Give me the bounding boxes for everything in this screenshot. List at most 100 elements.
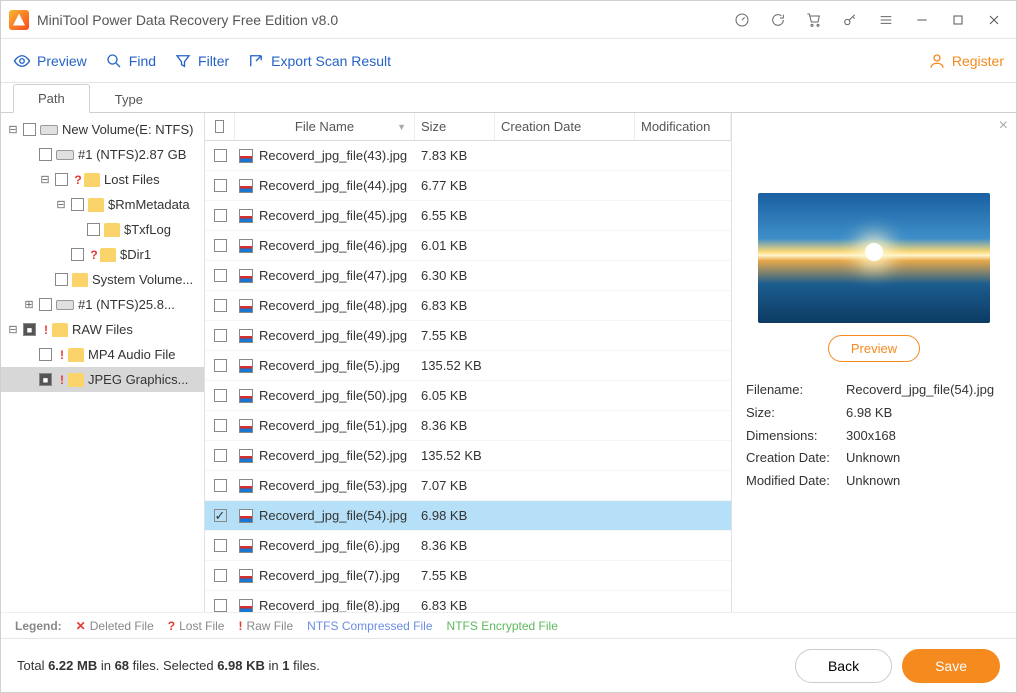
col-modification[interactable]: Modification [635,113,731,140]
file-size: 7.83 KB [415,148,495,163]
tree-node-label: $RmMetadata [108,197,190,212]
file-name: Recoverd_jpg_file(43).jpg [257,148,415,163]
preview-button[interactable]: Preview [13,52,87,70]
folder-icon [52,323,68,337]
tree-node[interactable]: $TxfLog [1,217,204,242]
col-filename[interactable]: File Name▼ [235,113,415,140]
cart-icon[interactable] [800,6,828,34]
tree-node[interactable]: ⊞#1 (NTFS)25.8... [1,292,204,317]
tree-checkbox[interactable] [39,298,52,311]
row-checkbox[interactable] [214,389,227,402]
refresh-icon[interactable] [764,6,792,34]
table-row[interactable]: Recoverd_jpg_file(43).jpg7.83 KB [205,141,731,171]
tree-toggle-icon[interactable]: ⊟ [7,123,19,136]
table-row[interactable]: Recoverd_jpg_file(53).jpg7.07 KB [205,471,731,501]
meta-cdate-val: Unknown [846,448,900,469]
tree-node[interactable]: ■!JPEG Graphics... [1,367,204,392]
row-checkbox[interactable] [214,299,227,312]
row-checkbox[interactable] [214,569,227,582]
tree-node[interactable]: ⊟■!RAW Files [1,317,204,342]
file-size: 6.30 KB [415,268,495,283]
tab-type[interactable]: Type [90,85,168,113]
row-checkbox[interactable] [214,419,227,432]
tree-node[interactable]: ⊟?Lost Files [1,167,204,192]
select-all-checkbox[interactable] [215,120,224,133]
key-icon[interactable] [836,6,864,34]
export-button[interactable]: Export Scan Result [247,52,391,70]
tree-checkbox[interactable] [39,148,52,161]
tree-node[interactable]: !MP4 Audio File [1,342,204,367]
file-name: Recoverd_jpg_file(49).jpg [257,328,415,343]
table-row[interactable]: Recoverd_jpg_file(8).jpg6.83 KB [205,591,731,612]
table-row[interactable]: Recoverd_jpg_file(48).jpg6.83 KB [205,291,731,321]
row-checkbox[interactable] [214,599,227,612]
file-size: 6.05 KB [415,388,495,403]
row-checkbox[interactable] [214,539,227,552]
tree-node[interactable]: ⊟New Volume(E: NTFS) [1,117,204,142]
table-row[interactable]: ✓Recoverd_jpg_file(54).jpg6.98 KB [205,501,731,531]
folder-tree[interactable]: ⊟New Volume(E: NTFS)#1 (NTFS)2.87 GB⊟?Lo… [1,113,205,612]
tree-toggle-icon[interactable]: ⊞ [23,298,35,311]
table-row[interactable]: Recoverd_jpg_file(47).jpg6.30 KB [205,261,731,291]
folder-icon [104,223,120,237]
table-row[interactable]: Recoverd_jpg_file(45).jpg6.55 KB [205,201,731,231]
raw-icon: ! [56,348,68,362]
tree-toggle-icon[interactable]: ⊟ [55,198,67,211]
row-checkbox[interactable] [214,239,227,252]
row-checkbox[interactable] [214,209,227,222]
speed-icon[interactable] [728,6,756,34]
tree-checkbox[interactable] [71,198,84,211]
preview-label: Preview [37,53,87,69]
save-button[interactable]: Save [902,649,1000,683]
row-checkbox[interactable] [214,359,227,372]
back-button[interactable]: Back [795,649,892,683]
file-size: 7.07 KB [415,478,495,493]
col-creation[interactable]: Creation Date [495,113,635,140]
maximize-icon[interactable] [944,6,972,34]
tree-node[interactable]: #1 (NTFS)2.87 GB [1,142,204,167]
table-row[interactable]: Recoverd_jpg_file(5).jpg135.52 KB [205,351,731,381]
tree-checkbox[interactable] [39,348,52,361]
file-list[interactable]: Recoverd_jpg_file(43).jpg7.83 KBRecoverd… [205,141,731,612]
table-row[interactable]: Recoverd_jpg_file(46).jpg6.01 KB [205,231,731,261]
table-row[interactable]: Recoverd_jpg_file(49).jpg7.55 KB [205,321,731,351]
tree-checkbox[interactable] [23,123,36,136]
close-icon[interactable] [980,6,1008,34]
tree-checkbox[interactable] [71,248,84,261]
row-checkbox[interactable] [214,179,227,192]
table-row[interactable]: Recoverd_jpg_file(7).jpg7.55 KB [205,561,731,591]
table-row[interactable]: Recoverd_jpg_file(44).jpg6.77 KB [205,171,731,201]
table-row[interactable]: Recoverd_jpg_file(6).jpg8.36 KB [205,531,731,561]
filter-button[interactable]: Filter [174,52,229,70]
preview-open-button[interactable]: Preview [828,335,920,362]
table-row[interactable]: Recoverd_jpg_file(52).jpg135.52 KB [205,441,731,471]
close-preview-icon[interactable]: × [999,117,1008,135]
tree-node[interactable]: ⊟ $RmMetadata [1,192,204,217]
row-checkbox[interactable] [214,269,227,282]
col-size[interactable]: Size [415,113,495,140]
tree-checkbox[interactable] [55,273,68,286]
register-label: Register [952,53,1004,69]
tab-path[interactable]: Path [13,84,90,113]
tree-checkbox[interactable] [55,173,68,186]
tree-node[interactable]: ?$Dir1 [1,242,204,267]
tree-node[interactable]: System Volume... [1,267,204,292]
tree-toggle-icon[interactable]: ⊟ [7,323,19,336]
tree-node-label: JPEG Graphics... [88,372,188,387]
tree-checkbox[interactable] [87,223,100,236]
row-checkbox[interactable]: ✓ [214,509,227,522]
row-checkbox[interactable] [214,329,227,342]
tree-checkbox[interactable]: ■ [23,323,36,336]
tree-toggle-icon[interactable]: ⊟ [39,173,51,186]
menu-icon[interactable] [872,6,900,34]
row-checkbox[interactable] [214,479,227,492]
find-button[interactable]: Find [105,52,156,70]
export-label: Export Scan Result [271,53,391,69]
register-button[interactable]: Register [928,52,1004,70]
table-row[interactable]: Recoverd_jpg_file(50).jpg6.05 KB [205,381,731,411]
row-checkbox[interactable] [214,449,227,462]
table-row[interactable]: Recoverd_jpg_file(51).jpg8.36 KB [205,411,731,441]
minimize-icon[interactable] [908,6,936,34]
tree-checkbox[interactable]: ■ [39,373,52,386]
row-checkbox[interactable] [214,149,227,162]
